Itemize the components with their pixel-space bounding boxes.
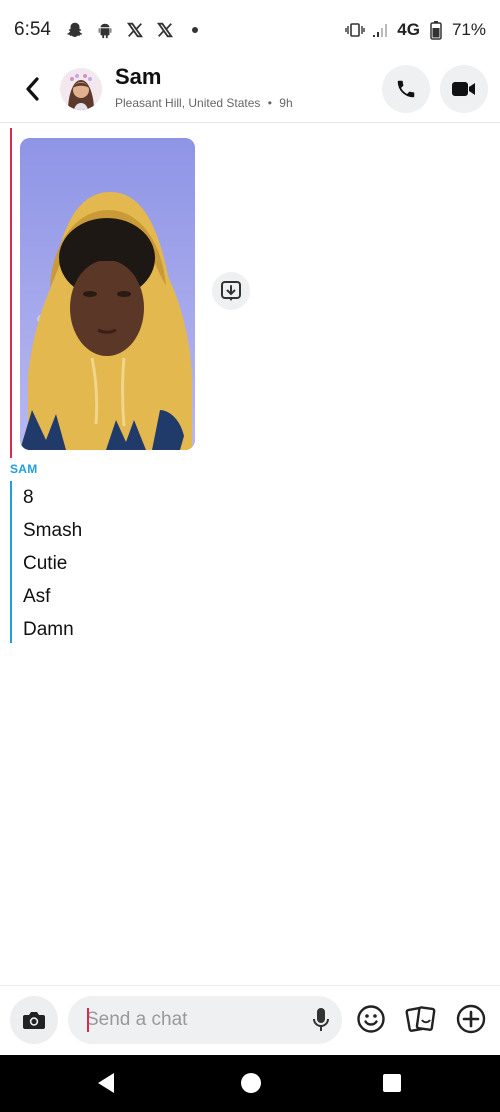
chat-message[interactable]: Damn <box>23 615 82 648</box>
nav-recents-icon[interactable] <box>383 1074 401 1092</box>
last-seen: 9h <box>279 96 293 110</box>
emoji-button[interactable] <box>354 1002 388 1036</box>
nav-back-icon[interactable] <box>96 1072 116 1094</box>
snap-image[interactable] <box>20 138 195 450</box>
chat-message[interactable]: Asf <box>23 582 82 615</box>
subtitle-separator: • <box>267 96 272 110</box>
contact-subtitle: Pleasant Hill, United States • 9h <box>115 96 293 110</box>
plus-circle-icon <box>456 1004 486 1034</box>
network-type: 4G <box>397 20 420 39</box>
status-bar-right: 4G 71% <box>345 20 486 40</box>
microphone-button[interactable] <box>308 1006 334 1034</box>
battery-level: 71% <box>451 20 486 39</box>
smiley-icon <box>357 1005 385 1033</box>
chat-header: Sam Pleasant Hill, United States • 9h <box>0 60 500 123</box>
camera-button[interactable] <box>10 996 58 1044</box>
chevron-left-icon <box>26 77 39 101</box>
video-call-button[interactable] <box>440 65 488 113</box>
chat-composer <box>0 985 500 1055</box>
chat-input[interactable] <box>68 996 342 1044</box>
sender-label: SAM <box>10 462 38 476</box>
status-bar: 6:54 4G 71% <box>0 0 500 60</box>
android-icon <box>95 20 115 40</box>
sticker-cards-icon <box>405 1006 436 1032</box>
save-in-chat-button[interactable] <box>212 272 250 310</box>
system-navigation-bar <box>0 1055 500 1112</box>
selfie-photo <box>20 138 195 450</box>
video-camera-icon <box>452 82 475 96</box>
battery-icon <box>426 20 446 40</box>
dot-icon <box>185 20 205 40</box>
bitmoji-avatar-icon <box>60 68 102 110</box>
add-button[interactable] <box>454 1002 488 1036</box>
phone-icon <box>397 80 415 98</box>
nav-home-icon[interactable] <box>241 1073 261 1093</box>
camera-icon <box>23 1012 45 1029</box>
vibrate-icon <box>345 20 365 40</box>
microphone-icon <box>313 1008 329 1031</box>
text-cursor <box>87 1008 89 1032</box>
save-download-icon <box>221 281 241 301</box>
chat-message[interactable]: Cutie <box>23 549 82 582</box>
x-icon <box>155 20 175 40</box>
voice-call-button[interactable] <box>382 65 430 113</box>
chat-message[interactable]: 8 <box>23 483 82 516</box>
snapchat-icon <box>65 20 85 40</box>
sticker-button[interactable] <box>404 1002 438 1036</box>
chat-message[interactable]: Smash <box>23 516 82 549</box>
back-button[interactable] <box>18 74 46 104</box>
avatar[interactable] <box>60 68 102 110</box>
contact-name[interactable]: Sam <box>115 64 161 90</box>
status-time: 6:54 <box>14 19 51 40</box>
contact-location: Pleasant Hill, United States <box>115 96 261 110</box>
signal-icon <box>371 20 391 40</box>
status-bar-left: 6:54 <box>14 19 205 41</box>
x-icon <box>125 20 145 40</box>
message-thread-bar <box>10 481 12 643</box>
snap-thread-bar <box>10 128 12 458</box>
message-list: 8 Smash Cutie Asf Damn <box>23 483 82 648</box>
